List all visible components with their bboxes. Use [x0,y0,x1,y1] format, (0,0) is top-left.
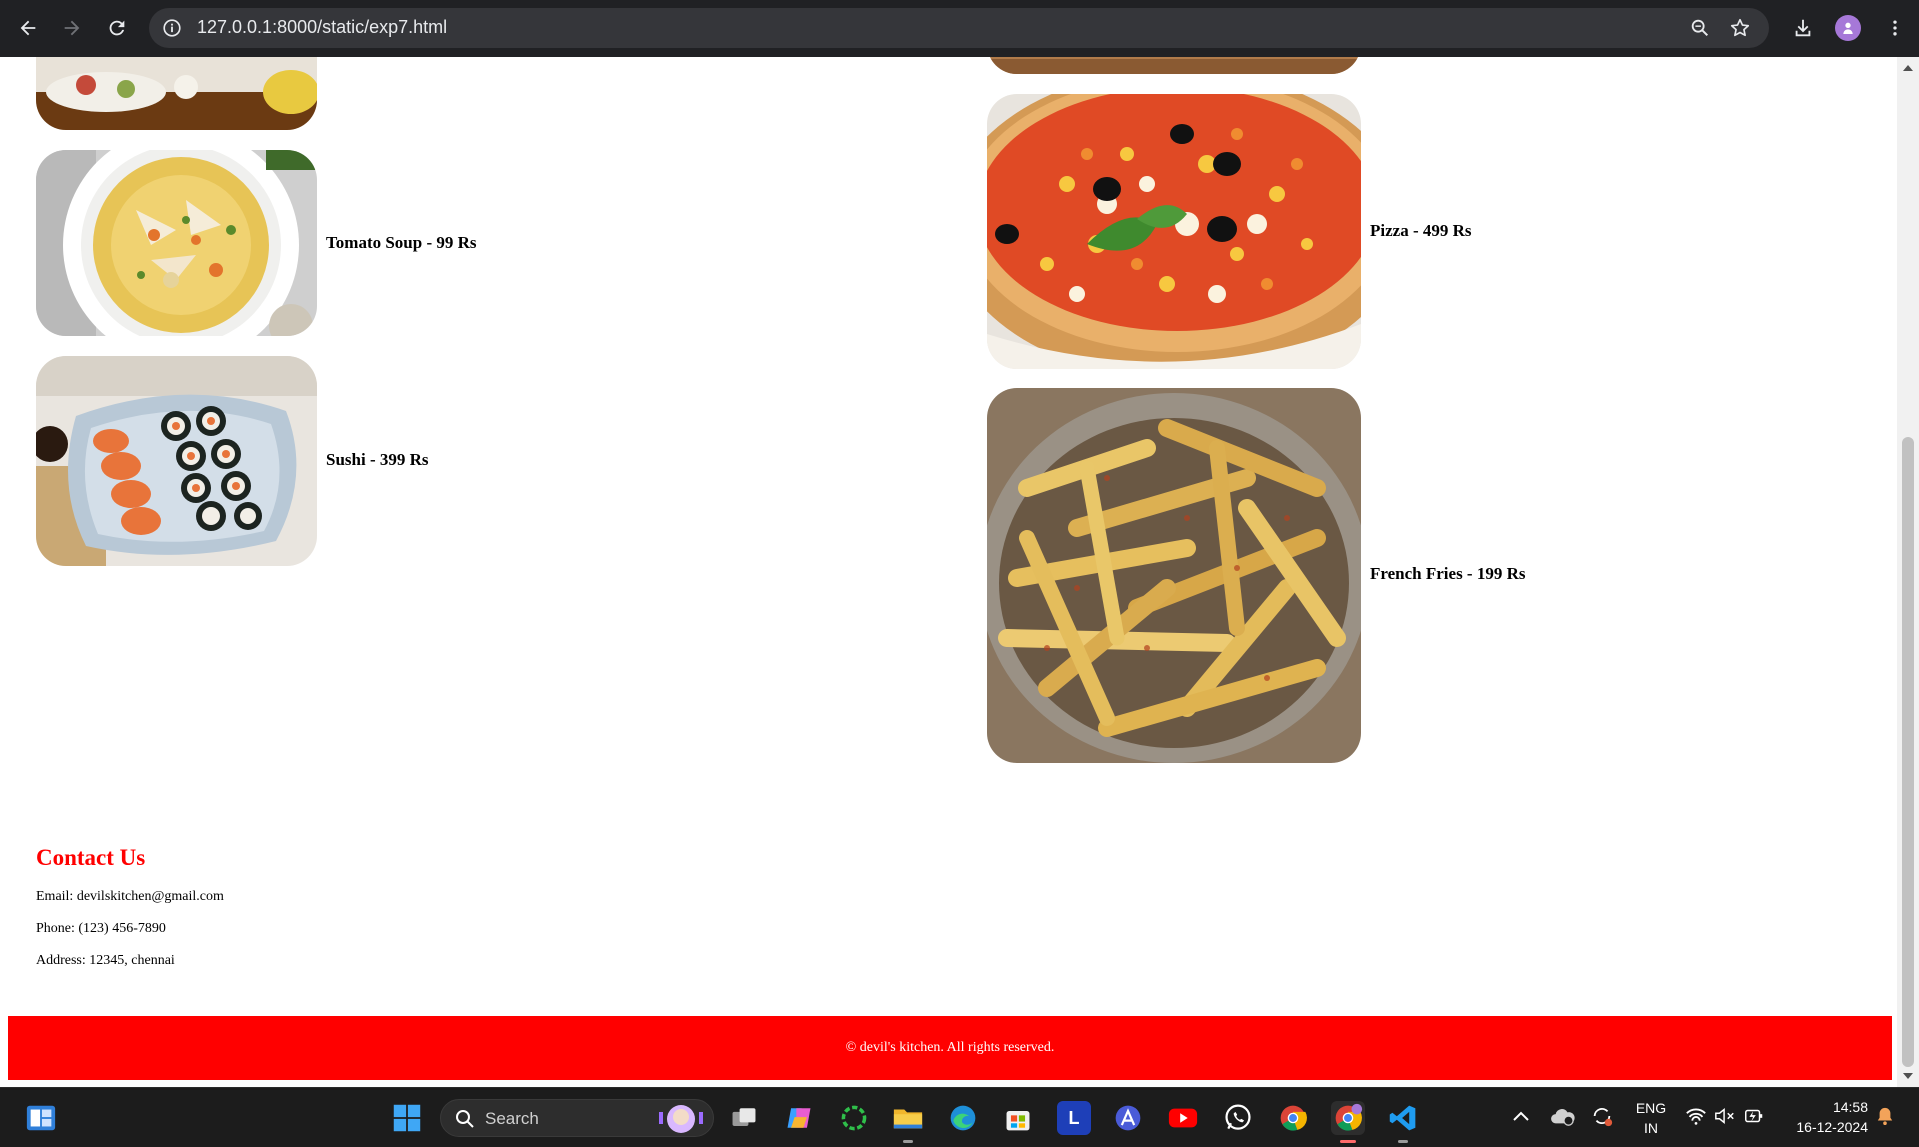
browser-menu-button[interactable] [1880,13,1910,43]
copilot-icon [787,1108,811,1128]
file-explorer-button[interactable] [891,1101,925,1135]
browser-toolbar: 127.0.0.1:8000/static/exp7.html [0,0,1919,57]
notification-bell-icon[interactable] [1876,1106,1894,1126]
copilot-button[interactable] [782,1101,816,1135]
clock-date[interactable]: 16-12-2024 [1782,1119,1868,1135]
back-arrow-icon [20,20,36,36]
contact-address: Address: 12345, chennai [36,953,175,968]
reload-icon [109,20,125,36]
tomato-soup-image [36,150,317,336]
edge-button[interactable] [946,1101,980,1135]
vscode-button[interactable] [1386,1101,1420,1135]
zoom-icon[interactable] [1689,17,1711,39]
profile-figure-icon [1843,22,1853,34]
l-app-button[interactable]: L [1057,1101,1091,1135]
whatsapp-icon [1225,1104,1251,1130]
page-viewport: Tomato Soup - 99 Rs Sushi - 399 Rs Pizza… [0,57,1897,1087]
downloads-button[interactable] [1788,13,1818,43]
battery-charging-icon[interactable] [1743,1105,1765,1127]
store-button[interactable] [1001,1101,1035,1135]
more-vertical-icon [1893,20,1897,36]
task-view-button[interactable] [727,1101,761,1135]
scroll-thumb[interactable] [1902,437,1914,1067]
page-scrollbar[interactable] [1897,57,1919,1087]
app-ring-button[interactable] [837,1101,871,1135]
dish-image-top [987,57,1361,74]
store-bag-icon [1006,1110,1030,1131]
language-code[interactable]: ENG [1633,1100,1669,1116]
edge-browser-icon [950,1105,976,1131]
search-highlight-icon [659,1105,703,1133]
youtube-button[interactable] [1166,1101,1200,1135]
sushi-image [36,356,317,566]
triangle-app-icon [1115,1105,1141,1131]
onedrive-cloud-icon[interactable] [1550,1105,1576,1127]
taskbar-search[interactable]: Search [440,1099,714,1137]
french-fries-image [987,388,1361,763]
whatsapp-button[interactable] [1221,1101,1255,1135]
bookmark-star-icon[interactable] [1729,17,1751,39]
footer-copyright: © devil's kitchen. All rights reserved. [845,1040,1055,1055]
circular-app-icon [841,1105,867,1131]
avatar [1835,15,1861,41]
youtube-icon [1168,1108,1198,1128]
menu-item-label: Sushi - 399 Rs [326,450,429,469]
widgets-icon [26,1105,56,1131]
contact-email: Email: devilskitchen@gmail.com [36,889,224,904]
vscode-icon [1389,1105,1416,1131]
widgets-button[interactable] [24,1101,58,1135]
salad-image [36,57,317,130]
chrome-icon [1280,1105,1307,1131]
url-text[interactable]: 127.0.0.1:8000/static/exp7.html [197,17,447,38]
menu-item-label: Tomato Soup - 99 Rs [326,233,477,252]
search-icon [456,1110,474,1128]
profile-button[interactable] [1833,13,1863,43]
language-region[interactable]: IN [1633,1120,1669,1136]
wifi-icon[interactable] [1685,1106,1707,1126]
search-label: Search [485,1109,539,1128]
volume-muted-icon[interactable] [1714,1106,1736,1126]
forward-button[interactable] [57,13,87,43]
download-icon [1795,19,1811,37]
site-info-icon[interactable] [161,17,183,39]
start-button[interactable] [390,1101,424,1135]
contact-phone: Phone: (123) 456-7890 [36,921,166,936]
contact-heading: Contact Us [36,845,146,870]
chrome-profile-button[interactable] [1331,1101,1365,1135]
windows-logo-icon [393,1104,421,1132]
chevron-up-icon[interactable] [1513,1111,1529,1121]
sync-icon[interactable] [1590,1104,1614,1128]
running-indicator [1398,1140,1408,1143]
scroll-up-arrow-icon[interactable] [1903,65,1913,71]
l-letter-icon: L [1068,1107,1080,1128]
menu-item-label: French Fries - 199 Rs [1370,564,1526,583]
scroll-down-arrow-icon[interactable] [1903,1073,1913,1079]
address-bar[interactable]: 127.0.0.1:8000/static/exp7.html [149,8,1769,48]
back-button[interactable] [13,13,43,43]
active-indicator [1340,1140,1356,1143]
pizza-image [987,94,1361,369]
chrome-profile-icon [1335,1103,1363,1131]
chrome-button[interactable] [1276,1101,1310,1135]
reload-button[interactable] [102,13,132,43]
folder-icon [893,1109,923,1129]
task-view-icon [732,1108,756,1126]
windows-taskbar: Search L ENG IN 14:58 16-12-2024 [0,1087,1919,1147]
page-footer: © devil's kitchen. All rights reserved. [8,1016,1892,1080]
running-indicator [903,1140,913,1143]
forward-arrow-icon [64,20,80,36]
clock-time[interactable]: 14:58 [1782,1099,1868,1115]
menu-item-label: Pizza - 499 Rs [1370,221,1472,240]
arc-app-button[interactable] [1111,1101,1145,1135]
